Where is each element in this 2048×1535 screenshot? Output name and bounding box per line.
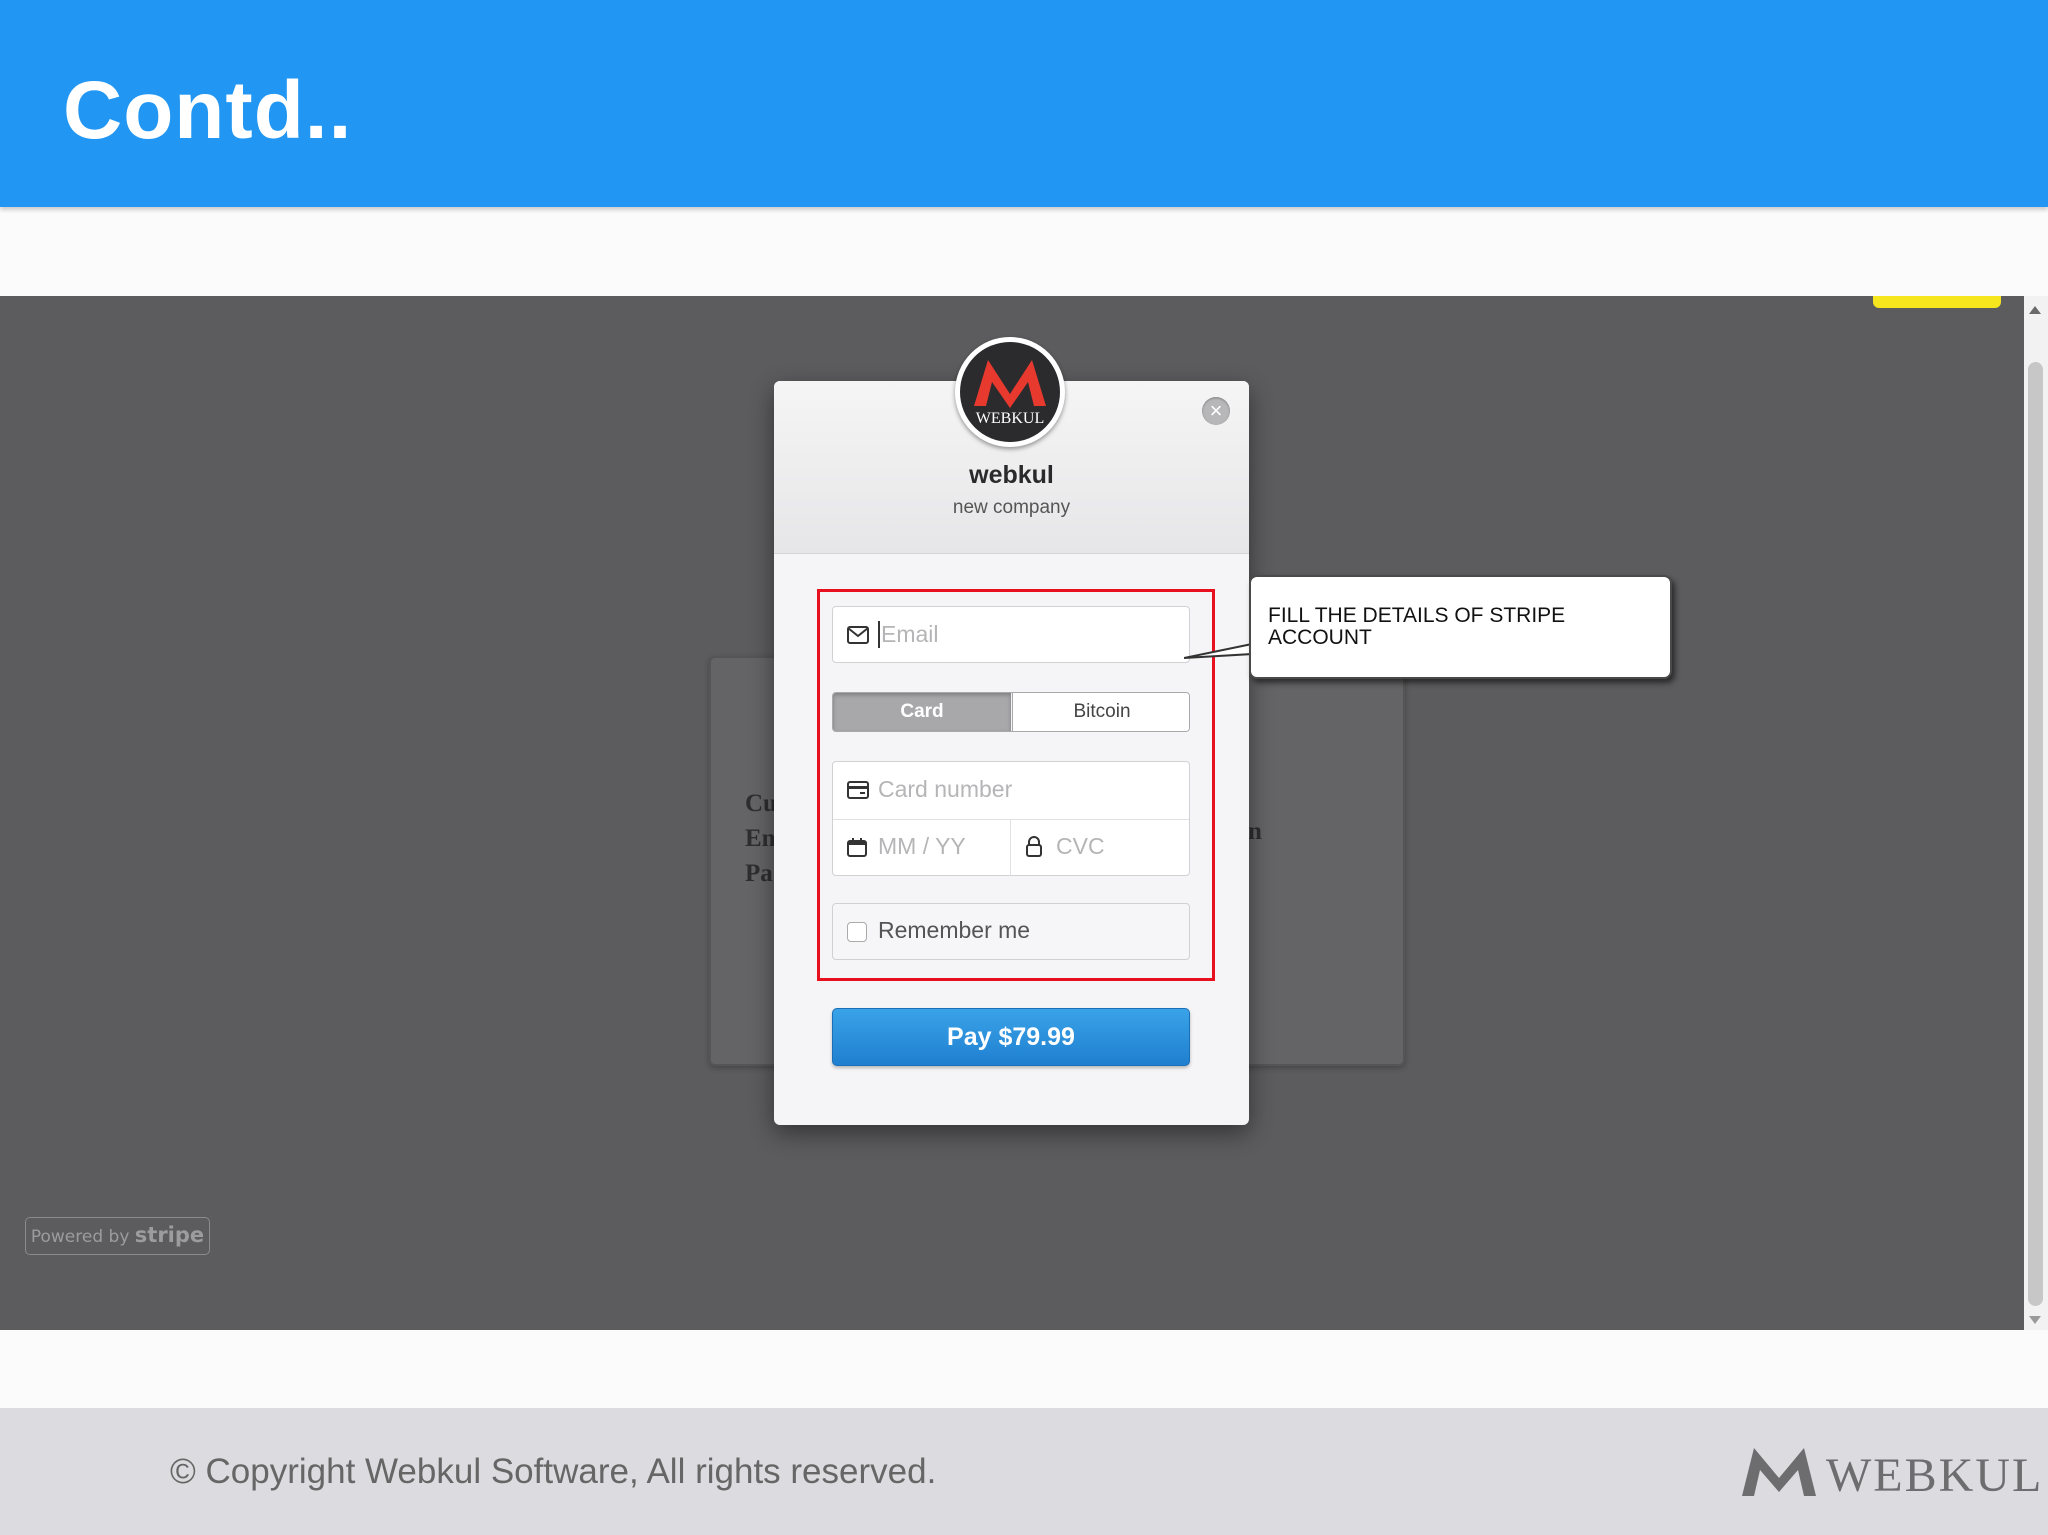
scrollbar-thumb[interactable]: [2028, 362, 2043, 1306]
close-icon: ×: [1209, 398, 1223, 423]
red-highlight-box: [817, 589, 1215, 981]
webkul-footer-logo-icon: [1742, 1448, 1816, 1496]
callout-text: FILL THE DETAILS OF STRIPE ACCOUNT: [1268, 604, 1566, 649]
stripe-brand: stripe: [134, 1223, 205, 1247]
footer-logo-text: WEBKUL: [1826, 1449, 2044, 1502]
test-mode-badge: [1873, 296, 2001, 308]
pay-button[interactable]: Pay $79.99: [832, 1008, 1190, 1066]
merchant-logo: WEBKUL: [955, 337, 1065, 447]
webkul-logo-icon: WEBKUL: [960, 342, 1060, 442]
scroll-up-icon[interactable]: [2029, 306, 2041, 314]
background-text-line: Cu: [745, 790, 777, 817]
background-text-line: Pa: [745, 860, 773, 887]
checkout-screenshot: Cu En Pa n Powered by stripe webkul new …: [0, 296, 2048, 1330]
background-text-line: En: [745, 825, 776, 852]
stripe-checkout-modal: webkul new company × WEBKUL Email Card B…: [774, 337, 1249, 1125]
slide-title: Contd..: [63, 65, 353, 156]
copyright-text: © Copyright Webkul Software, All rights …: [170, 1452, 937, 1491]
callout-pointer: [1184, 642, 1253, 659]
close-button[interactable]: ×: [1202, 397, 1230, 425]
powered-by-label: Powered by: [30, 1227, 130, 1247]
company-subtitle: new company: [952, 497, 1071, 518]
logo-caption: WEBKUL: [975, 410, 1045, 427]
slide-header: Contd..: [0, 0, 2048, 207]
powered-by-stripe-badge[interactable]: Powered by stripe: [25, 1217, 210, 1255]
background-page-text: Cu En Pa: [745, 786, 777, 891]
scroll-down-icon[interactable]: [2029, 1316, 2041, 1324]
company-name: webkul: [969, 461, 1054, 489]
slide-footer: © Copyright Webkul Software, All rights …: [0, 1408, 2048, 1535]
background-text-right: n: [1248, 818, 1262, 845]
instruction-callout: FILL THE DETAILS OF STRIPE ACCOUNT: [1249, 575, 1672, 679]
